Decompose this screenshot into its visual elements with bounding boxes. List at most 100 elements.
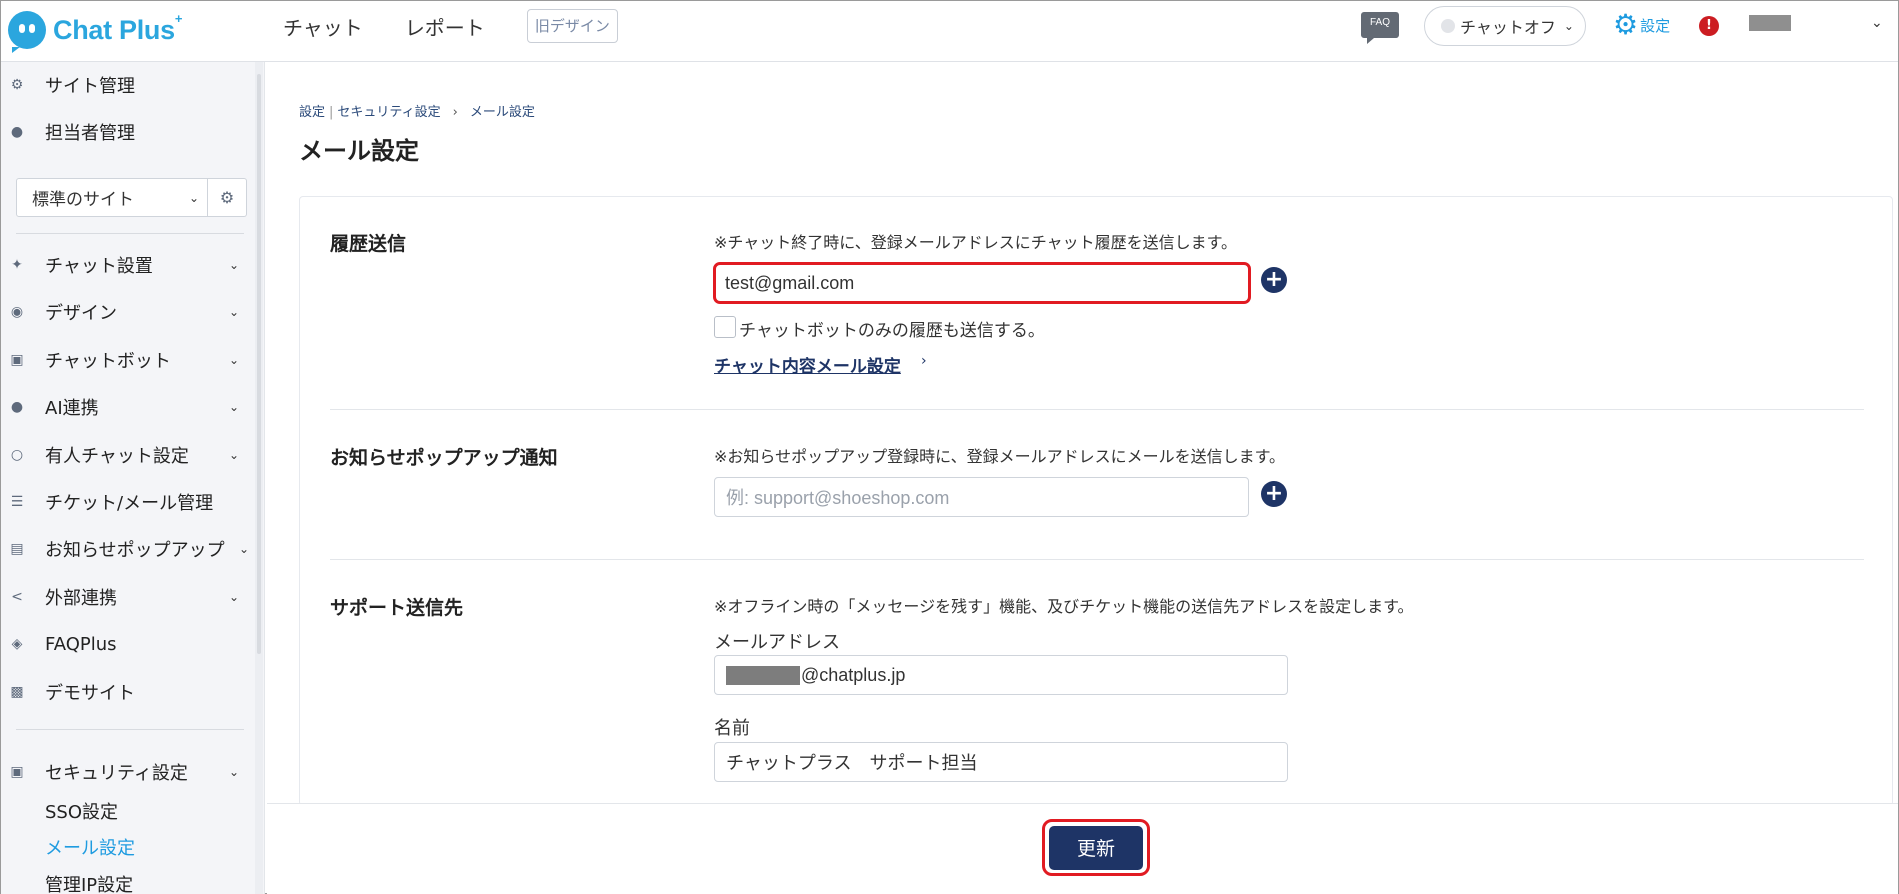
palette-icon: ◉ bbox=[10, 304, 24, 320]
breadcrumb-arrow-icon: › bbox=[452, 105, 458, 120]
sidebar-item-external[interactable]: < 外部連携 ⌄ bbox=[1, 579, 251, 615]
popup-icon: ▤ bbox=[10, 541, 24, 557]
site-select-value: 標準のサイト bbox=[32, 190, 134, 210]
sidebar-item-faqplus[interactable]: ◈ FAQPlus bbox=[1, 626, 251, 662]
old-design-button[interactable]: 旧デザイン bbox=[526, 9, 618, 43]
support-name-field[interactable]: チャットプラス サポート担当 bbox=[714, 742, 1288, 782]
link-arrow-icon: › bbox=[921, 353, 927, 369]
sidebar-item-label: 外部連携 bbox=[45, 588, 117, 609]
sidebar-scroll-thumb[interactable] bbox=[257, 74, 261, 654]
sidebar-sub-sso[interactable]: SSO設定 bbox=[45, 798, 118, 824]
sidebar-item-staff-management[interactable]: ● 担当者管理 bbox=[1, 114, 251, 150]
chat-status-dropdown[interactable]: チャットオフ ⌄ bbox=[1424, 6, 1586, 46]
headset-icon: ○ bbox=[10, 447, 24, 463]
sidebar-item-manned-chat[interactable]: ○ 有人チャット設定 ⌄ bbox=[1, 437, 251, 473]
sidebar-item-label: お知らせポップアップ bbox=[45, 540, 225, 561]
section-divider bbox=[330, 409, 1864, 410]
sidebar-item-label: サイト管理 bbox=[45, 76, 135, 97]
history-section-title: 履歴送信 bbox=[330, 233, 407, 255]
update-button[interactable]: 更新 bbox=[1042, 819, 1150, 876]
top-header: Chat Plus+ チャット レポート 旧デザイン FAQ チャットオフ ⌄ … bbox=[1, 1, 1898, 62]
sidebar-item-ticket-mail[interactable]: ☰ チケット/メール管理 bbox=[1, 484, 251, 520]
list-icon: ☰ bbox=[10, 494, 24, 510]
faq-icon[interactable]: FAQ bbox=[1361, 12, 1399, 44]
chevron-down-icon: ⌄ bbox=[228, 448, 239, 462]
sidebar-item-chatbot[interactable]: ▣ チャットボット ⌄ bbox=[1, 342, 251, 378]
chat-icon: ▣ bbox=[10, 352, 24, 368]
popup-notice-hint: ※お知らせポップアップ登録時に、登録メールアドレスにメールを送信します。 bbox=[714, 447, 1286, 466]
sidebar: ⚙ サイト管理 ● 担当者管理 標準のサイト ⌄ ⚙ ✦ チャット設置 ⌄ ◉ … bbox=[1, 62, 265, 894]
chevron-down-icon: ⌄ bbox=[228, 400, 239, 414]
support-email-domain: @chatplus.jp bbox=[801, 664, 906, 685]
support-email-field[interactable]: @chatplus.jp bbox=[714, 655, 1288, 695]
add-history-email-plus-icon[interactable]: + bbox=[1261, 267, 1287, 293]
faqplus-icon: ◈ bbox=[11, 636, 23, 652]
breadcrumb-current: メール設定 bbox=[469, 105, 535, 120]
support-name-value: チャットプラス サポート担当 bbox=[726, 753, 978, 773]
chevron-down-icon: ⌄ bbox=[1563, 19, 1574, 33]
status-dot-icon bbox=[1441, 19, 1455, 33]
update-button-label: 更新 bbox=[1049, 825, 1143, 870]
sidebar-item-site-management[interactable]: ⚙ サイト管理 bbox=[1, 67, 251, 103]
site-settings-gear-icon[interactable]: ⚙ bbox=[208, 178, 247, 217]
chevron-down-icon: ⌄ bbox=[188, 190, 199, 205]
sidebar-item-ai-integration[interactable]: ● AI連携 ⌄ bbox=[1, 389, 251, 425]
chatplus-logo[interactable]: Chat Plus+ bbox=[8, 8, 183, 53]
sidebar-item-design[interactable]: ◉ デザイン ⌄ bbox=[1, 294, 251, 330]
support-section-title: サポート送信先 bbox=[330, 597, 464, 619]
chevron-down-icon: ⌄ bbox=[228, 258, 239, 272]
sidebar-item-popup[interactable]: ▤ お知らせポップアップ ⌄ bbox=[1, 531, 251, 567]
support-email-label: メールアドレス bbox=[714, 632, 840, 653]
chatbot-history-checkbox-label: チャットボットのみの履歴も送信する。 bbox=[739, 321, 1045, 341]
support-hint: ※オフライン時の「メッセージを残す」機能、及びチケット機能の送信先アドレスを設定… bbox=[714, 597, 1414, 616]
gear-icon: ⚙ bbox=[1613, 8, 1639, 41]
user-menu-chevron-icon[interactable]: ⌄ bbox=[1871, 15, 1883, 31]
chat-bubble-logo-icon bbox=[8, 11, 46, 53]
sidebar-item-demo-site[interactable]: ▩ デモサイト bbox=[1, 674, 251, 710]
nav-chat[interactable]: チャット bbox=[283, 12, 363, 41]
user-name-redacted[interactable] bbox=[1749, 15, 1791, 31]
sidebar-item-label: チャット設置 bbox=[45, 256, 153, 277]
history-email-value: test@gmail.com bbox=[725, 272, 855, 293]
support-name-label: 名前 bbox=[714, 718, 750, 739]
chevron-down-icon: ⌄ bbox=[228, 765, 239, 779]
sidebar-divider bbox=[16, 233, 244, 234]
sidebar-item-label: 有人チャット設定 bbox=[45, 446, 189, 467]
sidebar-item-label: チケット/メール管理 bbox=[45, 493, 214, 514]
chatbot-history-checkbox[interactable] bbox=[714, 316, 736, 338]
sidebar-item-label: AI連携 bbox=[45, 398, 99, 419]
page-title: メール設定 bbox=[299, 137, 419, 165]
sidebar-sub-admin-ip[interactable]: 管理IP設定 bbox=[45, 871, 133, 894]
logo-text: Chat Plus+ bbox=[53, 10, 183, 45]
tools-icon: ✦ bbox=[11, 257, 23, 273]
chat-status-label: チャットオフ bbox=[1460, 18, 1556, 37]
breadcrumb-settings[interactable]: 設定 bbox=[299, 105, 325, 120]
popup-notice-email-field[interactable]: 例: support@shoeshop.com bbox=[714, 477, 1249, 517]
sidebar-divider bbox=[16, 729, 244, 730]
demo-icon: ▩ bbox=[10, 684, 24, 700]
history-email-field[interactable]: test@gmail.com bbox=[713, 262, 1251, 304]
history-hint: ※チャット終了時に、登録メールアドレスにチャット履歴を送信します。 bbox=[714, 233, 1238, 252]
sidebar-item-label: デモサイト bbox=[45, 683, 135, 704]
alert-icon[interactable]: ! bbox=[1699, 16, 1719, 36]
chat-content-mail-settings-link[interactable]: チャット内容メール設定 bbox=[714, 352, 901, 377]
chevron-down-icon: ⌄ bbox=[228, 353, 239, 367]
settings-link[interactable]: ⚙ 設定 bbox=[1613, 11, 1670, 39]
gear-icon: ⚙ bbox=[10, 77, 24, 93]
sidebar-sub-mail-settings[interactable]: メール設定 bbox=[45, 834, 135, 860]
sidebar-item-security[interactable]: ▣ セキュリティ設定 ⌄ bbox=[1, 754, 251, 790]
bulb-icon: ● bbox=[10, 399, 24, 415]
breadcrumb-security[interactable]: セキュリティ設定 bbox=[337, 105, 440, 120]
sidebar-item-label: FAQPlus bbox=[45, 633, 117, 655]
nav-report[interactable]: レポート bbox=[405, 12, 485, 41]
top-nav: チャット レポート 旧デザイン bbox=[283, 9, 618, 43]
settings-label: 設定 bbox=[1640, 16, 1671, 35]
section-divider bbox=[330, 559, 1864, 560]
redacted-email-block bbox=[726, 665, 800, 685]
sidebar-item-label: チャットボット bbox=[45, 351, 171, 372]
share-icon: < bbox=[11, 589, 23, 605]
add-popup-email-plus-icon[interactable]: + bbox=[1261, 481, 1287, 507]
site-select[interactable]: 標準のサイト ⌄ bbox=[16, 178, 208, 217]
sidebar-item-chat-install[interactable]: ✦ チャット設置 ⌄ bbox=[1, 247, 251, 283]
chevron-down-icon: ⌄ bbox=[228, 590, 239, 604]
